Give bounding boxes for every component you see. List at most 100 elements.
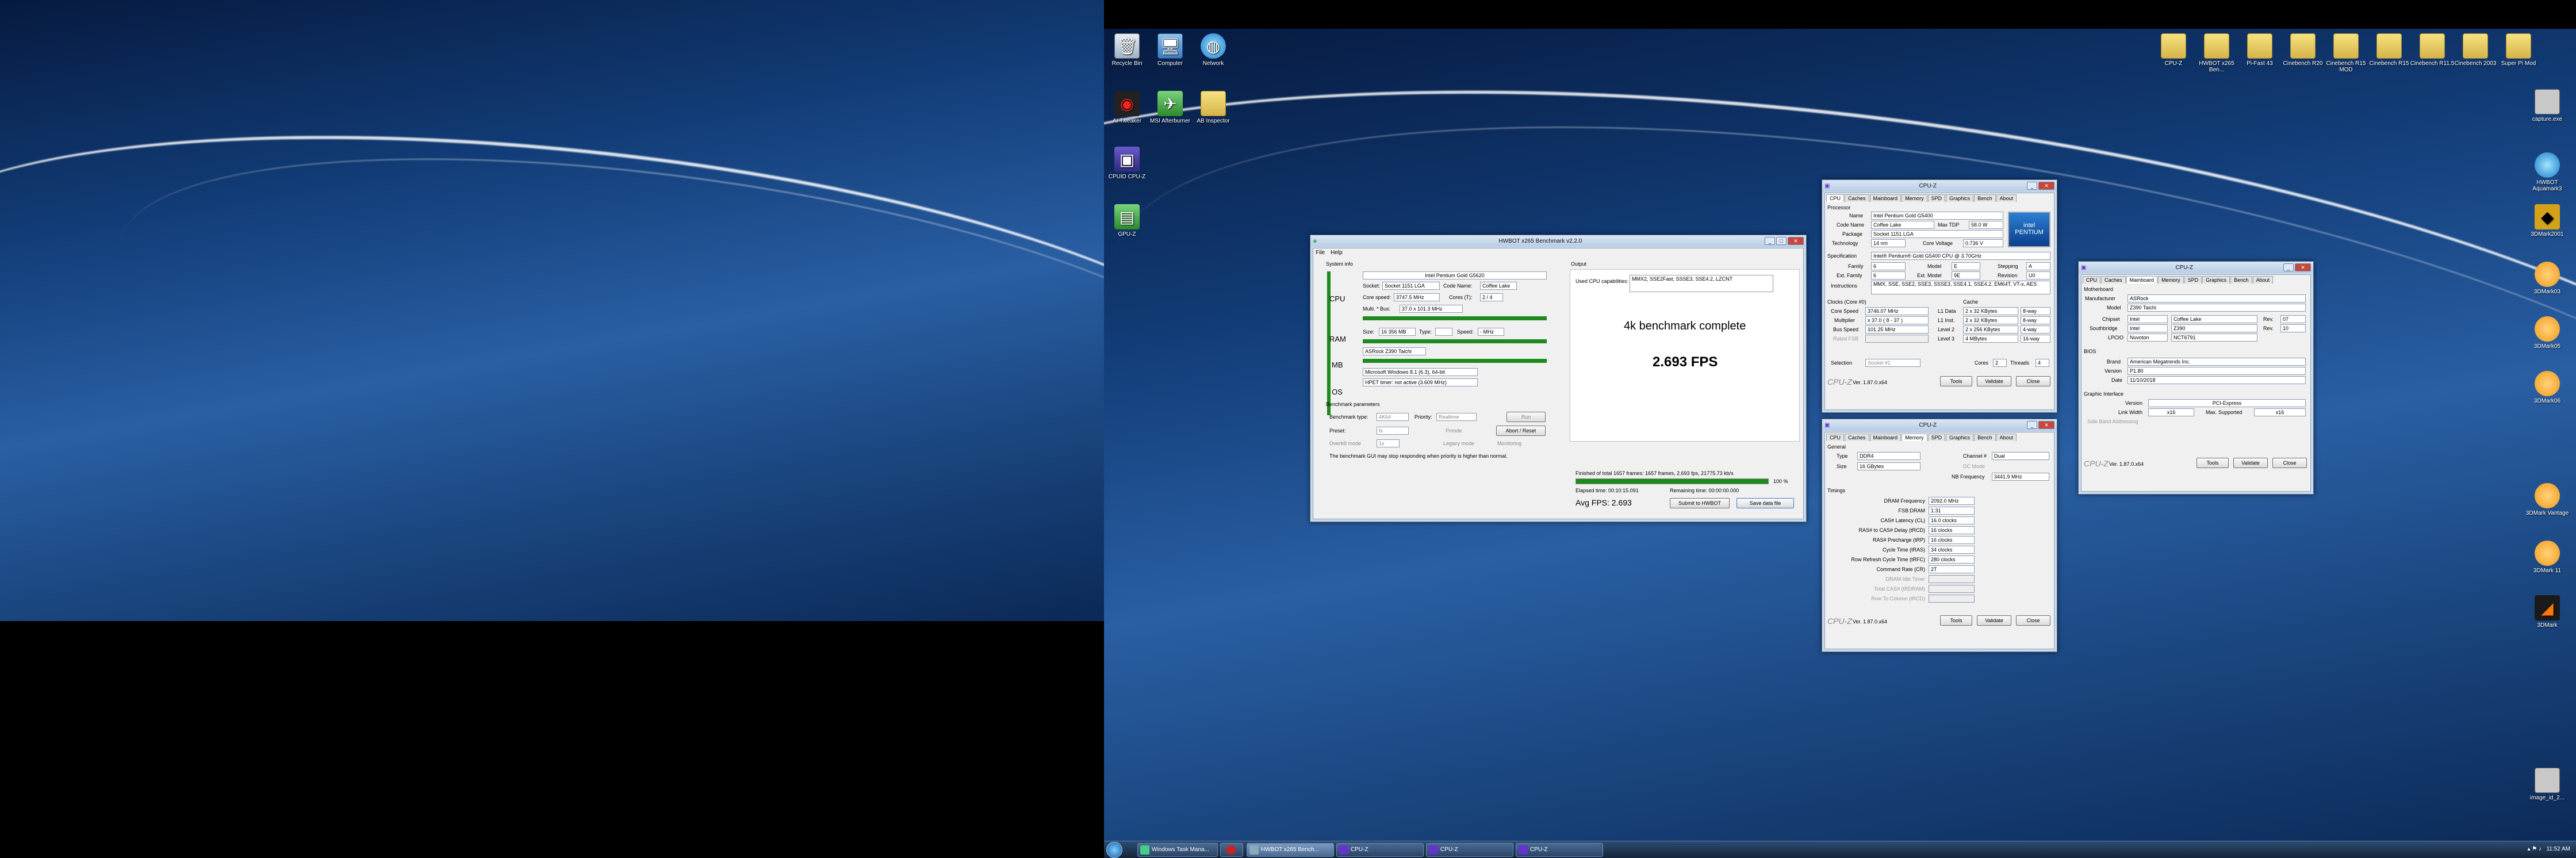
desktop-icon-recycle-bin[interactable]: 🗑 Recycle Bin (1104, 33, 1150, 67)
minimize-button[interactable]: _ (1765, 237, 1775, 245)
taskbar-cpuz-3[interactable]: CPU-Z (1516, 843, 1603, 857)
cpuz-titlebar[interactable]: ▣ CPU-Z _ ✕ (1822, 419, 2057, 431)
tab-memory[interactable]: Memory (1902, 194, 1927, 202)
desktop-icon-right-5[interactable]: 3DMark05 (2524, 316, 2570, 350)
overkill-select[interactable]: 1x (1377, 439, 1400, 447)
hwbot-window[interactable]: ◈ HWBOT x265 Benchmark v2.2.0 _ □ ✕ File… (1310, 235, 1807, 522)
desktop-icon-top-9[interactable]: Super Pi Mod (2496, 33, 2542, 67)
tab-mainboard[interactable]: Mainboard (2126, 276, 2158, 284)
desktop-icon-top-3[interactable]: Pi-Fast 43 (2237, 33, 2283, 67)
submit-hwbot-button[interactable]: Submit to HWBOT (1670, 498, 1730, 508)
priority-select[interactable]: Realtime (1436, 413, 1477, 421)
taskbar-hwbot[interactable]: HWBOT x265 Bench... (1247, 843, 1334, 857)
minimize-button[interactable]: _ (2283, 263, 2294, 271)
validate-button[interactable]: Validate (1977, 615, 2011, 626)
cpuz-mainboard-window[interactable]: ▣ CPU-Z _ ✕ CPU Caches Mainboard Memory … (2078, 261, 2314, 495)
preset-select[interactable]: fx (1377, 427, 1409, 435)
desktop-icon-right-10[interactable]: image_id_2... (2524, 768, 2570, 801)
tab-bench[interactable]: Bench (1974, 194, 1996, 202)
desktop-icon-right-9[interactable]: ◢ 3DMark (2524, 595, 2570, 629)
taskbar-cpuz-1[interactable]: CPU-Z (1336, 843, 1424, 857)
desktop-icon-network[interactable]: ◍ Network (1190, 33, 1236, 67)
desktop-icon-right-8[interactable]: 3DMark 11 (2524, 541, 2570, 574)
desktop-icon-right-7[interactable]: 3DMark Vantage (2524, 483, 2570, 516)
overkill-checkbox[interactable]: Overkill mode (1329, 441, 1361, 446)
tab-cpu[interactable]: CPU (2083, 276, 2101, 284)
tab-mainboard[interactable]: Mainboard (1869, 434, 1902, 441)
tab-graphics[interactable]: Graphics (1946, 194, 1974, 202)
tray-icons[interactable]: ▴ ⚑ ♪ (2527, 846, 2542, 852)
desktop-icon-top-1[interactable]: CPU-Z (2150, 33, 2196, 67)
tab-spd[interactable]: SPD (1927, 194, 1946, 202)
close-button[interactable]: ✕ (2295, 263, 2311, 271)
close-dialog-button[interactable]: Close (2016, 376, 2050, 386)
desktop-icon-top-4[interactable]: Cinebench R20 (2280, 33, 2326, 67)
close-button[interactable]: ✕ (2038, 182, 2054, 190)
desktop-icon-right-2[interactable]: HWBOT Aquamark3 (2524, 152, 2570, 192)
desktop-icon-top-2[interactable]: HWBOT x265 Ben... (2194, 33, 2240, 73)
desktop-icon-ai-tweaker[interactable]: ◉ AI Tweaker (1104, 91, 1150, 124)
run-button[interactable]: Run (1506, 412, 1546, 422)
desktop-icon-gpuz[interactable]: ▤ GPU-Z (1104, 204, 1150, 238)
desktop-icon-right-3[interactable]: ◆ 3DMark2001 (2524, 204, 2570, 238)
desktop-icon-top-8[interactable]: Cinebench 2003 (2452, 33, 2498, 67)
tab-spd[interactable]: SPD (1927, 434, 1946, 441)
tab-about[interactable]: About (2252, 276, 2274, 284)
tools-button[interactable]: Tools (1940, 615, 1972, 626)
tab-about[interactable]: About (1996, 434, 2017, 441)
tab-mainboard[interactable]: Mainboard (1869, 194, 1902, 202)
close-dialog-button[interactable]: Close (2016, 615, 2050, 626)
cpuz-memory-window[interactable]: ▣ CPU-Z _ ✕ CPU Caches Mainboard Memory … (1822, 419, 2057, 652)
tab-memory[interactable]: Memory (1902, 434, 1927, 441)
cpuz-titlebar[interactable]: ▣ CPU-Z _ ✕ (1822, 180, 2057, 191)
tab-caches[interactable]: Caches (2101, 276, 2126, 284)
desktop-icon-computer[interactable]: 🖥 Computer (1147, 33, 1193, 67)
legacy-checkbox[interactable]: Legacy mode (1443, 441, 1474, 446)
validate-button[interactable]: Validate (1977, 376, 2011, 386)
tab-cpu[interactable]: CPU (1826, 194, 1845, 202)
minimize-button[interactable]: _ (2027, 421, 2037, 429)
taskbar-msi-afterburner[interactable] (1220, 843, 1243, 857)
maximize-button[interactable]: □ (1776, 237, 1787, 245)
desktop-icon-top-7[interactable]: Cinebench R11.5 (2409, 33, 2455, 67)
cpuz-cpu-window[interactable]: ▣ CPU-Z _ ✕ CPU Caches Mainboard Memory … (1822, 179, 2057, 413)
close-button[interactable]: ✕ (2038, 421, 2054, 429)
menu-file[interactable]: File (1316, 250, 1325, 256)
minimize-button[interactable]: _ (2027, 182, 2037, 190)
tab-memory[interactable]: Memory (2158, 276, 2184, 284)
tab-cpu[interactable]: CPU (1826, 434, 1845, 441)
hwbot-titlebar[interactable]: ◈ HWBOT x265 Benchmark v2.2.0 _ □ ✕ (1310, 235, 1806, 247)
desktop-icon-right-4[interactable]: 3DMark03 (2524, 262, 2570, 295)
desktop-icon-ab-inspector[interactable]: AB Inspector (1190, 91, 1236, 124)
close-dialog-button[interactable]: Close (2272, 458, 2307, 468)
desktop-icon-msi-afterburner[interactable]: ✈ MSI Afterburner (1147, 91, 1193, 124)
tab-caches[interactable]: Caches (1845, 434, 1869, 441)
abort-reset-button[interactable]: Abort / Reset (1496, 426, 1546, 436)
tools-button[interactable]: Tools (2196, 458, 2229, 468)
tab-graphics[interactable]: Graphics (1946, 434, 1974, 441)
desktop-icon-top-5[interactable]: Cinebench R15 MOD (2323, 33, 2369, 73)
clock[interactable]: 11:52 AM (2546, 846, 2570, 852)
taskbar-cpuz-2[interactable]: CPU-Z (1426, 843, 1513, 857)
start-button[interactable] (1106, 842, 1122, 858)
monitoring-checkbox[interactable]: Monitoring (1497, 441, 1521, 446)
taskbar-task-manager[interactable]: Windows Task Mana... (1137, 843, 1218, 857)
bench-type-select[interactable]: 4K64 (1377, 413, 1409, 421)
socket-select[interactable]: Socket #1 (1865, 359, 1920, 367)
tab-bench[interactable]: Bench (1974, 434, 1996, 441)
desktop-icon-right-1[interactable]: capture.exe (2524, 89, 2570, 122)
tab-bench[interactable]: Bench (2230, 276, 2252, 284)
tab-graphics[interactable]: Graphics (2202, 276, 2230, 284)
tab-caches[interactable]: Caches (1845, 194, 1869, 202)
validate-button[interactable]: Validate (2233, 458, 2268, 468)
pmode-checkbox[interactable]: Pmode (1446, 428, 1462, 434)
tab-about[interactable]: About (1996, 194, 2017, 202)
desktop-icon-cpuz[interactable]: ▣ CPUID CPU-Z (1104, 147, 1150, 180)
save-data-button[interactable]: Save data file (1736, 498, 1794, 508)
cpuz-titlebar[interactable]: ▣ CPU-Z _ ✕ (2079, 262, 2313, 273)
tools-button[interactable]: Tools (1940, 376, 1972, 386)
tab-spd[interactable]: SPD (2184, 276, 2202, 284)
desktop-icon-right-6[interactable]: 3DMark06 (2524, 371, 2570, 404)
menu-help[interactable]: Help (1331, 250, 1343, 256)
close-button[interactable]: ✕ (1788, 237, 1804, 245)
